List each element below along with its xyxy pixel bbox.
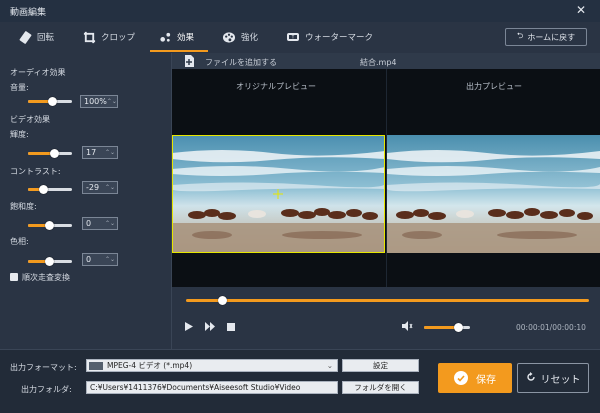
contrast-slider[interactable] xyxy=(28,185,72,194)
deinterlace-checkbox[interactable] xyxy=(10,273,18,281)
tab-crop[interactable]: クロップ xyxy=(82,22,135,52)
window-title: 動画編集 xyxy=(10,8,47,18)
hue-value: 0 xyxy=(86,255,92,264)
playback-volume-slider[interactable] xyxy=(424,323,470,332)
hue-slider[interactable] xyxy=(28,257,72,266)
spin-arrows-icon[interactable]: ⌃⌄ xyxy=(105,149,115,156)
audio-section-label: オーディオ効果 xyxy=(10,68,66,77)
spin-arrows-icon[interactable]: ⌃⌄ xyxy=(105,184,115,191)
output-format-label: 出力フォーマット: xyxy=(10,363,77,372)
output-preview-frame xyxy=(387,135,600,253)
settings-button[interactable]: 設定 xyxy=(342,359,419,372)
saturation-value: 0 xyxy=(86,219,92,228)
palette-icon xyxy=(222,30,236,44)
close-icon[interactable]: ✕ xyxy=(576,4,586,16)
playback-volume-knob[interactable] xyxy=(454,323,463,332)
reset-icon xyxy=(526,371,536,385)
hue-spinbox[interactable]: 0 ⌃⌄ xyxy=(82,253,118,266)
reset-button[interactable]: リセット xyxy=(517,363,589,393)
crop-icon xyxy=(82,30,96,44)
brightness-slider-knob[interactable] xyxy=(50,149,59,158)
tab-rotate-label: 回転 xyxy=(37,33,55,43)
brightness-label: 輝度: xyxy=(10,130,29,139)
home-button[interactable]: ⮌ ホームに戻す xyxy=(505,28,587,46)
deinterlace-label: 順次走査変換 xyxy=(22,273,70,282)
active-tab-indicator xyxy=(150,50,208,52)
timeline-knob[interactable] xyxy=(218,296,227,305)
stop-icon[interactable] xyxy=(227,323,235,334)
tab-enhance[interactable]: 強化 xyxy=(222,22,258,52)
volume-value: 100% xyxy=(84,97,107,106)
original-preview-frame[interactable] xyxy=(172,135,385,253)
rotate-icon xyxy=(18,30,32,44)
volume-label: 音量: xyxy=(10,83,29,92)
tab-rotate[interactable]: 回転 xyxy=(18,22,54,52)
output-preview-label: 出力プレビュー xyxy=(466,82,522,91)
hue-slider-knob[interactable] xyxy=(45,257,54,266)
contrast-spinbox[interactable]: -29 ⌃⌄ xyxy=(82,181,118,194)
playback-volume-fill xyxy=(424,326,458,329)
open-folder-button[interactable]: フォルダを開く xyxy=(342,381,419,394)
mp4-format-icon xyxy=(89,361,103,370)
watermark-icon: T xyxy=(286,30,300,44)
effect-icon xyxy=(158,30,172,44)
output-format-value: MPEG-4 ビデオ (*.mp4) xyxy=(107,361,193,370)
output-folder-label: 出力フォルダ: xyxy=(21,385,72,394)
brightness-slider[interactable] xyxy=(28,149,72,158)
fast-forward-icon[interactable] xyxy=(205,322,215,334)
volume-spinbox[interactable]: 100% ⌃⌄ xyxy=(80,95,118,108)
volume-slider-knob[interactable] xyxy=(48,97,57,106)
hue-label: 色相: xyxy=(10,237,29,246)
tab-effect-label: 効果 xyxy=(177,33,195,43)
output-format-select[interactable]: MPEG-4 ビデオ (*.mp4) ⌄ xyxy=(86,359,338,372)
brightness-value: 17 xyxy=(86,148,97,157)
title-bar xyxy=(0,0,600,22)
spin-arrows-icon[interactable]: ⌃⌄ xyxy=(107,98,117,105)
speaker-icon[interactable] xyxy=(402,321,413,334)
saturation-slider-knob[interactable] xyxy=(45,221,54,230)
chevron-down-icon: ⌄ xyxy=(326,361,333,370)
saturation-label: 飽和度: xyxy=(10,202,37,211)
tab-watermark[interactable]: T ウォーターマーク xyxy=(286,22,373,52)
contrast-value: -29 xyxy=(86,183,100,192)
add-file-link[interactable]: ファイルを追加する xyxy=(205,57,277,68)
save-button[interactable]: 保存 xyxy=(438,363,512,393)
spin-arrows-icon[interactable]: ⌃⌄ xyxy=(105,220,115,227)
home-button-label: ホームに戻す xyxy=(527,32,576,42)
save-button-label: 保存 xyxy=(476,374,496,386)
brightness-spinbox[interactable]: 17 ⌃⌄ xyxy=(82,146,118,159)
spin-arrows-icon[interactable]: ⌃⌄ xyxy=(105,256,115,263)
check-icon xyxy=(454,371,468,385)
output-folder-field[interactable]: C:¥Users¥1411376¥Documents¥Aiseesoft Stu… xyxy=(86,381,338,394)
original-preview-label: オリジナルプレビュー xyxy=(236,82,316,91)
add-file-icon[interactable] xyxy=(184,55,194,67)
play-icon[interactable] xyxy=(185,322,193,334)
tab-watermark-label: ウォーターマーク xyxy=(305,33,374,43)
reset-button-label: リセット xyxy=(540,374,581,386)
playback-bar xyxy=(172,287,600,349)
saturation-slider[interactable] xyxy=(28,221,72,230)
tab-effect[interactable]: 効果 xyxy=(158,22,194,52)
time-display: 00:00:01/00:00:10 xyxy=(516,323,586,332)
file-name: 結合.mp4 xyxy=(360,58,397,67)
saturation-spinbox[interactable]: 0 ⌃⌄ xyxy=(82,217,118,230)
contrast-label: コントラスト: xyxy=(10,167,61,176)
video-section-label: ビデオ効果 xyxy=(10,115,50,124)
return-icon: ⮌ xyxy=(516,31,524,40)
timeline-slider[interactable] xyxy=(186,296,589,305)
tab-crop-label: クロップ xyxy=(101,33,136,43)
volume-slider[interactable] xyxy=(28,97,72,106)
contrast-slider-knob[interactable] xyxy=(39,185,48,194)
svg-text:T: T xyxy=(291,35,295,40)
timeline-track xyxy=(186,299,589,302)
tab-enhance-label: 強化 xyxy=(241,33,259,43)
